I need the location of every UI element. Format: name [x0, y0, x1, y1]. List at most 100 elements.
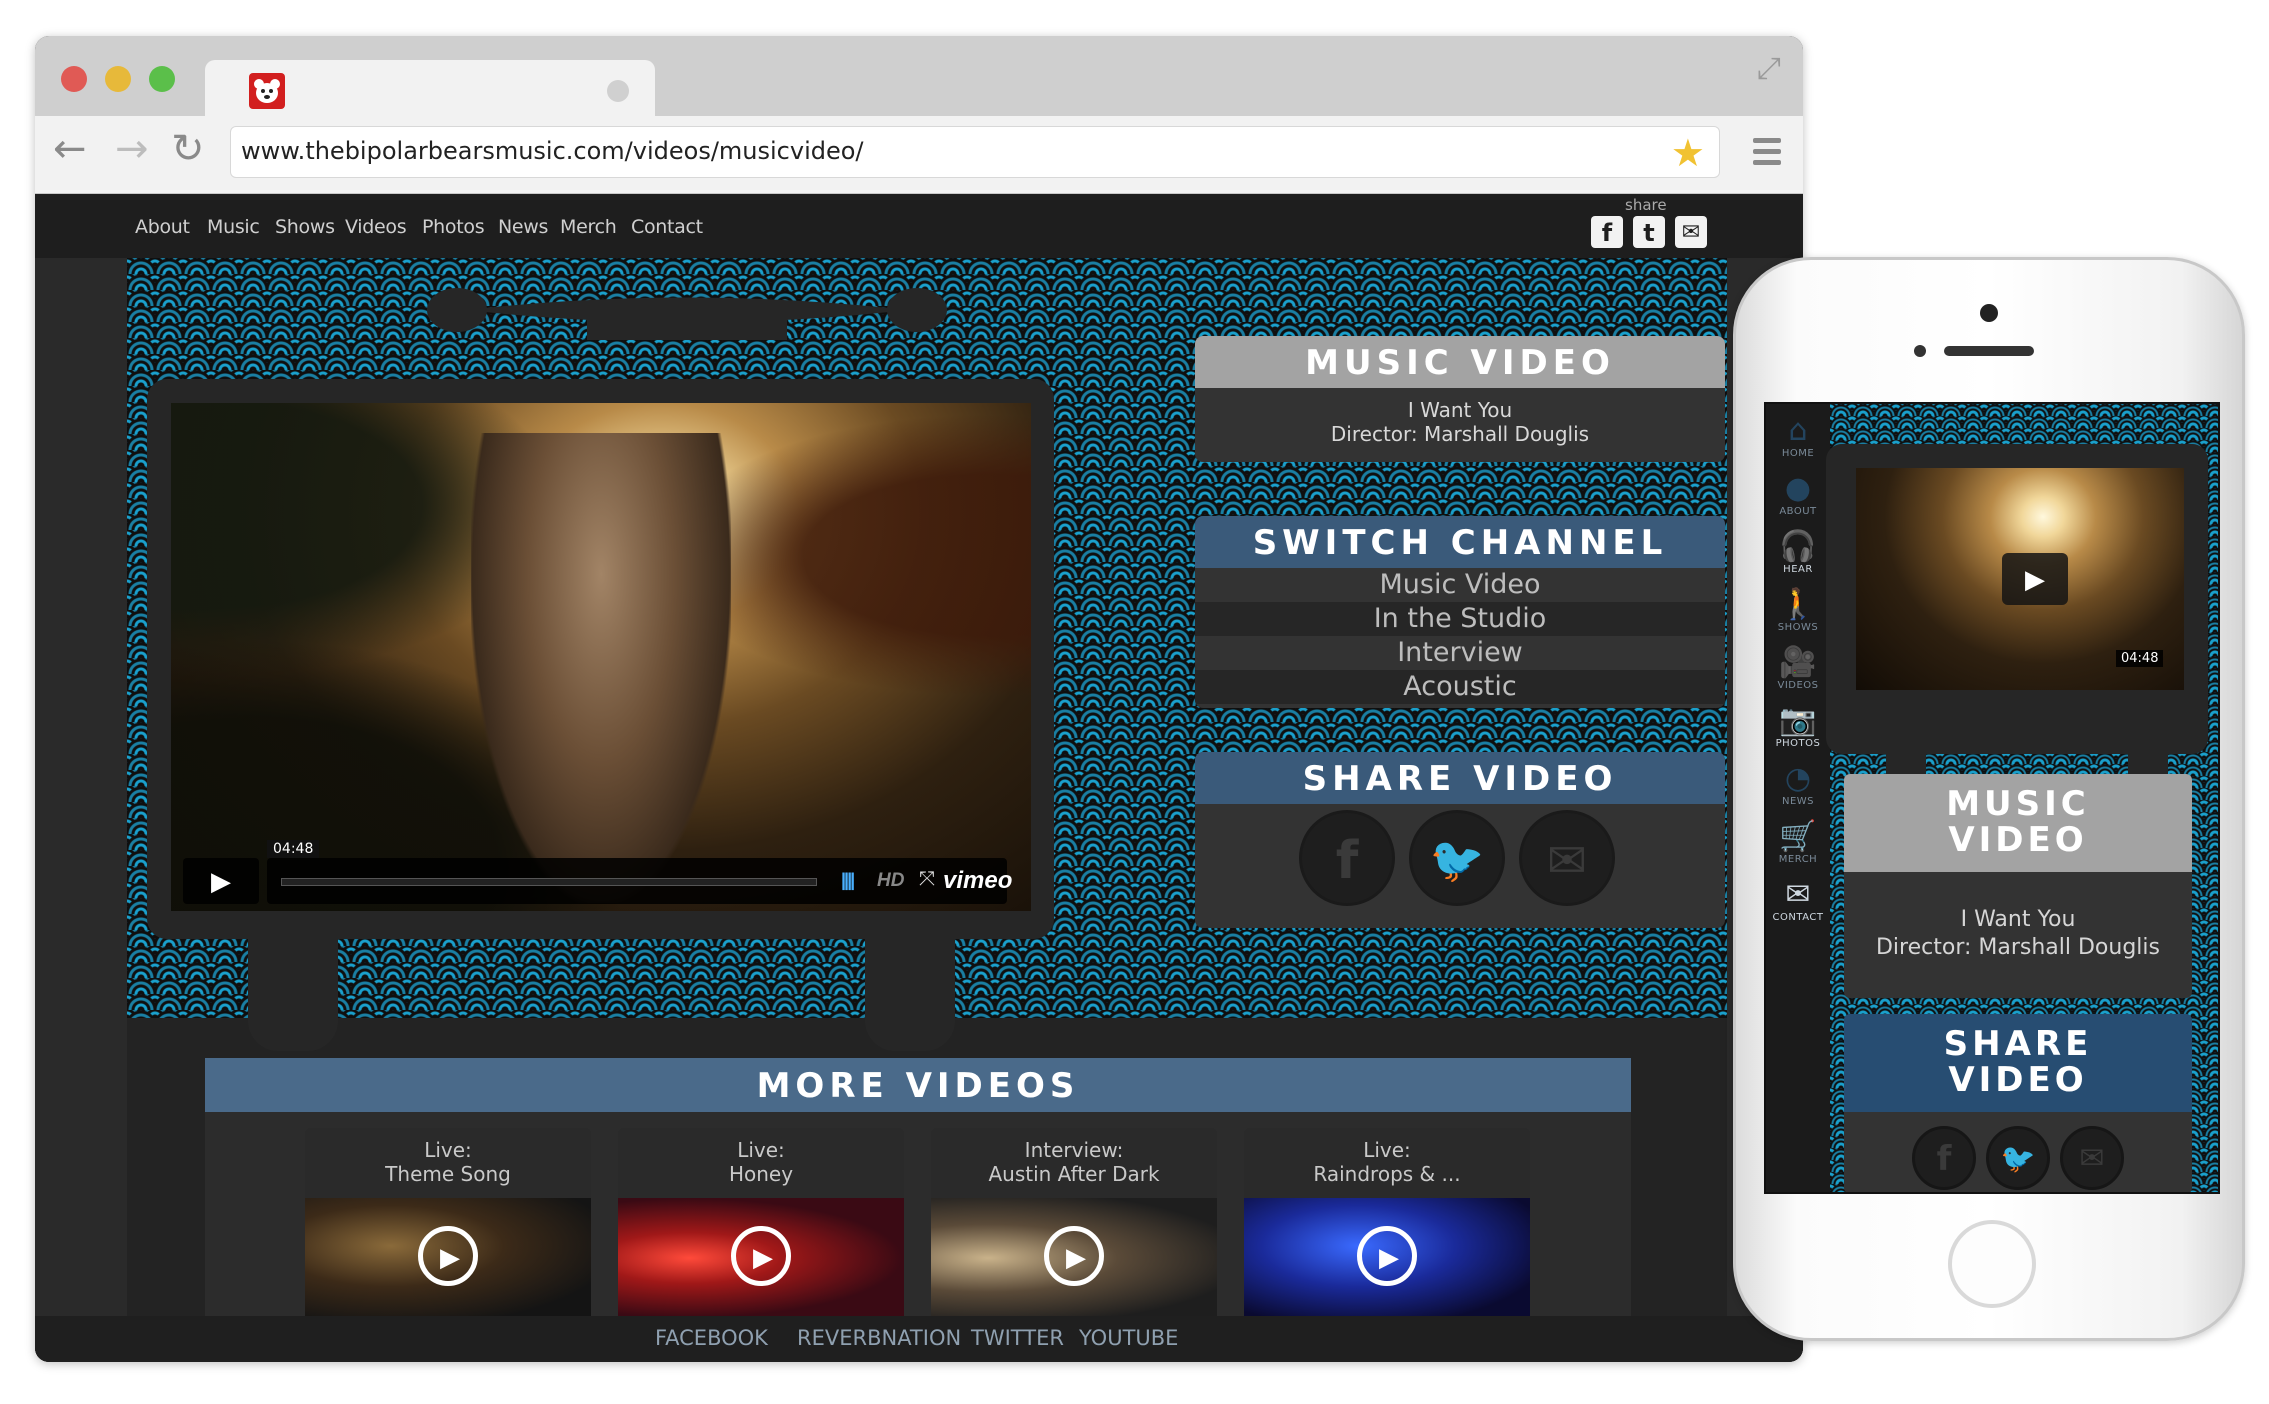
facebook-share-icon[interactable]: f: [1299, 810, 1395, 906]
channel-in-the-studio[interactable]: In the Studio: [1195, 602, 1725, 636]
nav-label: HEAR: [1783, 564, 1813, 575]
play-circle-icon[interactable]: ▶: [731, 1226, 791, 1286]
address-bar[interactable]: www.thebipolarbearsmusic.com/videos/musi…: [230, 126, 1720, 178]
mobile-video-duration: 04:48: [2116, 650, 2164, 667]
mobile-nav-home[interactable]: ⌂ HOME: [1770, 414, 1826, 468]
nav-shows[interactable]: Shows: [275, 216, 335, 238]
reload-icon[interactable]: ↻: [171, 126, 205, 172]
footer-youtube-link[interactable]: YOUTUBE: [1079, 1326, 1178, 1350]
envelope-icon: ✉: [1785, 877, 1811, 912]
thumb-title: Interview: Austin After Dark: [931, 1138, 1217, 1186]
mobile-nav-hear[interactable]: 🎧 HEAR: [1770, 530, 1826, 584]
bear-icon: ●: [1784, 471, 1812, 506]
email-icon[interactable]: ✉: [1675, 216, 1707, 248]
thumb-line1: Live:: [424, 1138, 472, 1162]
phone-mockup: ⌂ HOME ● ABOUT 🎧 HEAR 🚶 SHOWS 🎥 VIDEOS 📷 PHOTO…: [1733, 257, 2245, 1341]
video-thumb-austin-after-dark[interactable]: Interview: Austin After Dark ▶: [931, 1128, 1217, 1318]
hamburger-menu-icon[interactable]: [1753, 138, 1781, 168]
email-share-icon[interactable]: ✉: [1519, 810, 1615, 906]
video-time-tooltip: 04:48: [267, 840, 320, 858]
vimeo-logo[interactable]: vimeo: [943, 867, 1012, 895]
nav-merch[interactable]: Merch: [560, 216, 617, 238]
channel-interview[interactable]: Interview: [1195, 636, 1725, 670]
thumb-line2: Raindrops & ...: [1313, 1162, 1461, 1186]
fullscreen-video-icon[interactable]: ⤧: [919, 868, 935, 891]
channel-music-video[interactable]: Music Video: [1195, 568, 1725, 602]
thumb-line1: Interview:: [1024, 1138, 1124, 1162]
cart-icon: 🛒: [1779, 819, 1817, 854]
share-video-title: SHARE VIDEO: [1195, 752, 1725, 804]
mobile-share-icons: f 🐦 ✉: [1844, 1112, 2192, 1192]
director-text: Director: Marshall Douglis: [1330, 422, 1590, 446]
fullscreen-icon[interactable]: ⤢: [1757, 52, 1781, 86]
thumb-title: Live: Theme Song: [305, 1138, 591, 1186]
mobile-email-icon[interactable]: ✉: [2060, 1126, 2124, 1190]
thumb-line1: Live:: [1363, 1138, 1411, 1162]
hd-toggle[interactable]: HD: [877, 870, 904, 892]
mobile-video-player[interactable]: ▶ 04:48: [1856, 468, 2184, 690]
mobile-play-button[interactable]: ▶: [2002, 553, 2068, 605]
browser-tab[interactable]: [205, 60, 655, 118]
maximize-window-button[interactable]: [149, 66, 175, 92]
nav-music[interactable]: Music: [207, 216, 260, 238]
forward-arrow-icon[interactable]: →: [115, 126, 149, 172]
mobile-share-video-panel: SHARE VIDEO f 🐦 ✉: [1844, 1014, 2192, 1192]
play-button[interactable]: ▶: [183, 858, 259, 904]
channel-acoustic[interactable]: Acoustic: [1195, 670, 1725, 704]
play-circle-icon[interactable]: ▶: [1044, 1226, 1104, 1286]
video-thumb-raindrops[interactable]: Live: Raindrops & ... ▶: [1244, 1128, 1530, 1318]
twitter-share-icon[interactable]: 🐦: [1409, 810, 1505, 906]
video-subject: [471, 433, 731, 903]
more-videos-title: MORE VIDEOS: [205, 1058, 1631, 1112]
url-text: www.thebipolarbearsmusic.com/videos/musi…: [241, 137, 864, 165]
play-circle-icon[interactable]: ▶: [1357, 1226, 1417, 1286]
browser-toolbar: ← → ↻ www.thebipolarbearsmusic.com/video…: [35, 116, 1803, 194]
footer-twitter-link[interactable]: TWITTER: [971, 1326, 1064, 1350]
thumb-line2: Austin After Dark: [988, 1162, 1160, 1186]
nav-label: NEWS: [1781, 796, 1815, 807]
mobile-nav-videos[interactable]: 🎥 VIDEOS: [1770, 646, 1826, 700]
star-icon[interactable]: ★: [1671, 131, 1705, 176]
thumb-line1: Live:: [737, 1138, 785, 1162]
share-label: share: [1625, 196, 1667, 214]
nav-label: PHOTOS: [1775, 738, 1821, 749]
back-arrow-icon[interactable]: ←: [53, 126, 87, 172]
tab-close-icon[interactable]: [607, 80, 629, 102]
nav-news[interactable]: News: [498, 216, 548, 238]
video-thumb-theme-song[interactable]: Live: Theme Song ▶: [305, 1128, 591, 1318]
switch-channel-panel: SWITCH CHANNEL Music Video In the Studio…: [1195, 516, 1725, 708]
thumb-title: Live: Honey: [618, 1138, 904, 1186]
footer-facebook-link[interactable]: FACEBOOK: [655, 1326, 768, 1350]
footer-reverbnation-link[interactable]: REVERBNATION: [797, 1326, 961, 1350]
video-controls-bar: |||| HD ⤧ vimeo: [267, 858, 1012, 904]
mobile-nav-photos[interactable]: 📷 PHOTOS: [1770, 704, 1826, 758]
nav-contact[interactable]: Contact: [631, 216, 703, 238]
walking-icon: 🚶: [1779, 587, 1817, 622]
close-window-button[interactable]: [61, 66, 87, 92]
nav-about[interactable]: About: [135, 216, 190, 238]
volume-icon[interactable]: ||||: [841, 870, 855, 891]
mobile-facebook-icon[interactable]: f: [1912, 1126, 1976, 1190]
mobile-nav-contact[interactable]: ✉ CONTACT: [1770, 878, 1826, 932]
mobile-sidebar: ⌂ HOME ● ABOUT 🎧 HEAR 🚶 SHOWS 🎥 VIDEOS 📷 PHOTO…: [1766, 404, 1830, 1192]
video-thumb-honey[interactable]: Live: Honey ▶: [618, 1128, 904, 1318]
mobile-song-title: I Want You: [1960, 907, 2076, 932]
mobile-nav-about[interactable]: ● ABOUT: [1770, 472, 1826, 526]
twitter-icon[interactable]: t: [1633, 216, 1665, 248]
phone-home-button[interactable]: [1948, 1220, 2036, 1308]
mobile-share-title-line2: VIDEO: [1948, 1060, 2088, 1100]
video-player[interactable]: 04:48 ▶ |||| HD ⤧ vimeo: [171, 403, 1031, 911]
mobile-twitter-icon[interactable]: 🐦: [1986, 1126, 2050, 1190]
nav-videos[interactable]: Videos: [345, 216, 407, 238]
mobile-nav-shows[interactable]: 🚶 SHOWS: [1770, 588, 1826, 642]
video-progress-track[interactable]: [281, 878, 817, 886]
facebook-icon[interactable]: f: [1591, 216, 1623, 248]
play-circle-icon[interactable]: ▶: [418, 1226, 478, 1286]
headphones-icon: 🎧: [1779, 529, 1817, 564]
more-videos-section: MORE VIDEOS Live: Theme Song ▶ Live: Honey…: [205, 1058, 1631, 1318]
mobile-nav-news[interactable]: ◔ NEWS: [1770, 762, 1826, 816]
nav-photos[interactable]: Photos: [422, 216, 485, 238]
minimize-window-button[interactable]: [105, 66, 131, 92]
nav-label: MERCH: [1778, 854, 1818, 865]
mobile-nav-merch[interactable]: 🛒 MERCH: [1770, 820, 1826, 874]
